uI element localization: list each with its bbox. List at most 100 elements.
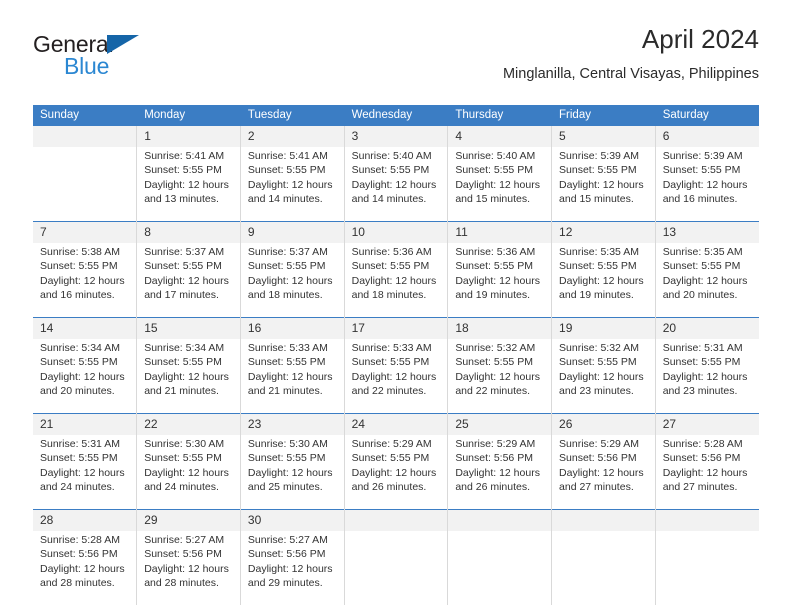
day-info-line: Sunset: 5:56 PM [559, 452, 637, 465]
day-info-line: Daylight: 12 hours [40, 274, 125, 287]
day-cell[interactable]: Sunrise: 5:28 AM Sunset: 5:56 PM Daylight:… [33, 531, 138, 605]
day-number[interactable]: 30 [240, 509, 345, 531]
day-info-line: Daylight: 12 hours [559, 274, 644, 287]
day-info-line: and 18 minutes. [351, 288, 427, 301]
day-cell[interactable]: Sunrise: 5:33 AM Sunset: 5:55 PM Daylight:… [240, 339, 345, 414]
day-number[interactable]: 18 [447, 317, 553, 339]
day-cell[interactable]: Sunrise: 5:34 AM Sunset: 5:55 PM Daylight:… [136, 339, 241, 414]
day-cell[interactable]: Sunrise: 5:36 AM Sunset: 5:55 PM Daylight:… [344, 243, 449, 318]
day-number[interactable]: 2 [240, 126, 345, 147]
sunrise-sunset-calendar: Sunday Monday Tuesday Wednesday Thursday… [33, 105, 759, 605]
day-info-line: Daylight: 12 hours [351, 466, 437, 479]
day-cell[interactable]: Sunrise: 5:35 AM Sunset: 5:55 PM Daylight:… [551, 243, 656, 318]
weekday-header-thursday: Thursday [447, 105, 553, 126]
day-cell[interactable]: Sunrise: 5:30 AM Sunset: 5:55 PM Daylight:… [136, 435, 241, 510]
day-cell[interactable]: Sunrise: 5:36 AM Sunset: 5:55 PM Daylight:… [447, 243, 553, 318]
day-cell[interactable]: Sunrise: 5:29 AM Sunset: 5:55 PM Daylight:… [344, 435, 449, 510]
day-cell[interactable]: Sunrise: 5:29 AM Sunset: 5:56 PM Daylight:… [551, 435, 656, 510]
day-cell[interactable]: Sunrise: 5:39 AM Sunset: 5:55 PM Daylight:… [551, 147, 656, 222]
day-number[interactable]: 23 [240, 413, 345, 435]
day-number[interactable]: 28 [33, 509, 138, 531]
day-number[interactable]: 25 [447, 413, 553, 435]
day-info-line: Daylight: 12 hours [144, 178, 229, 191]
day-number[interactable]: 11 [447, 221, 553, 243]
day-cell[interactable]: Sunrise: 5:38 AM Sunset: 5:55 PM Daylight:… [33, 243, 138, 318]
day-cell[interactable]: Sunrise: 5:31 AM Sunset: 5:55 PM Daylight:… [33, 435, 138, 510]
calendar-header-row: Sunday Monday Tuesday Wednesday Thursday… [33, 105, 759, 126]
week-detail-row: Sunrise: 5:38 AM Sunset: 5:55 PM Daylight:… [33, 243, 759, 318]
day-info-line: Sunrise: 5:30 AM [247, 438, 328, 450]
empty-day-number [447, 509, 553, 531]
day-cell[interactable]: Sunrise: 5:34 AM Sunset: 5:55 PM Daylight:… [33, 339, 138, 414]
day-info-line: Sunrise: 5:31 AM [662, 342, 743, 354]
week-detail-row: Sunrise: 5:28 AM Sunset: 5:56 PM Daylight:… [33, 531, 759, 605]
day-cell[interactable]: Sunrise: 5:32 AM Sunset: 5:55 PM Daylight:… [447, 339, 553, 414]
day-cell[interactable]: Sunrise: 5:35 AM Sunset: 5:55 PM Daylight:… [655, 243, 759, 318]
day-info-line: Daylight: 12 hours [40, 466, 125, 479]
day-cell[interactable]: Sunrise: 5:27 AM Sunset: 5:56 PM Daylight:… [240, 531, 345, 605]
day-number[interactable]: 14 [33, 317, 138, 339]
day-number[interactable]: 22 [136, 413, 241, 435]
day-number[interactable]: 7 [33, 221, 138, 243]
empty-day-number [33, 126, 138, 147]
day-number[interactable]: 20 [655, 317, 759, 339]
day-info-line: Sunset: 5:55 PM [351, 452, 430, 465]
day-cell[interactable]: Sunrise: 5:37 AM Sunset: 5:55 PM Daylight:… [240, 243, 345, 318]
day-number[interactable]: 29 [136, 509, 241, 531]
day-info-line: and 29 minutes. [247, 576, 323, 589]
day-info-line: Sunset: 5:55 PM [662, 260, 741, 273]
day-number[interactable]: 21 [33, 413, 138, 435]
day-info-line: Daylight: 12 hours [559, 370, 644, 383]
day-cell[interactable]: Sunrise: 5:39 AM Sunset: 5:55 PM Daylight:… [655, 147, 759, 222]
day-cell[interactable]: Sunrise: 5:37 AM Sunset: 5:55 PM Daylight:… [136, 243, 241, 318]
day-cell[interactable]: Sunrise: 5:40 AM Sunset: 5:55 PM Daylight:… [447, 147, 553, 222]
day-info-line: Sunrise: 5:40 AM [455, 150, 536, 162]
day-cell[interactable]: Sunrise: 5:40 AM Sunset: 5:55 PM Daylight:… [344, 147, 449, 222]
day-cell[interactable]: Sunrise: 5:30 AM Sunset: 5:55 PM Daylight:… [240, 435, 345, 510]
empty-day-cell [33, 147, 138, 222]
day-cell[interactable]: Sunrise: 5:41 AM Sunset: 5:55 PM Daylight:… [136, 147, 241, 222]
empty-day-cell [447, 531, 553, 605]
day-info-line: and 15 minutes. [455, 192, 531, 205]
day-number[interactable]: 19 [551, 317, 656, 339]
day-cell[interactable]: Sunrise: 5:32 AM Sunset: 5:55 PM Daylight:… [551, 339, 656, 414]
day-number[interactable]: 8 [136, 221, 241, 243]
day-number[interactable]: 3 [344, 126, 449, 147]
day-number[interactable]: 15 [136, 317, 241, 339]
day-number[interactable]: 10 [344, 221, 449, 243]
day-number[interactable]: 12 [551, 221, 656, 243]
week-number-row: 21 22 23 24 25 26 27 [33, 413, 759, 435]
day-info-line: and 28 minutes. [40, 576, 115, 589]
day-cell[interactable]: Sunrise: 5:41 AM Sunset: 5:55 PM Daylight:… [240, 147, 345, 222]
page-header: General Blue April 2024 Minglanilla, Cen… [33, 25, 759, 97]
day-number[interactable]: 1 [136, 126, 241, 147]
day-number[interactable]: 5 [551, 126, 656, 147]
day-info-line: Daylight: 12 hours [662, 370, 748, 383]
day-number[interactable]: 9 [240, 221, 345, 243]
title-block: April 2024 Minglanilla, Central Visayas,… [503, 25, 759, 82]
day-number[interactable]: 4 [447, 126, 553, 147]
day-info-line: and 28 minutes. [144, 576, 219, 589]
day-number[interactable]: 17 [344, 317, 449, 339]
day-info-line: and 23 minutes. [559, 384, 634, 397]
day-number[interactable]: 24 [344, 413, 449, 435]
day-info-line: Sunset: 5:56 PM [662, 452, 741, 465]
day-number[interactable]: 13 [655, 221, 759, 243]
day-info-line: and 20 minutes. [662, 288, 738, 301]
day-cell[interactable]: Sunrise: 5:33 AM Sunset: 5:55 PM Daylight:… [344, 339, 449, 414]
day-cell[interactable]: Sunrise: 5:29 AM Sunset: 5:56 PM Daylight:… [447, 435, 553, 510]
day-number[interactable]: 27 [655, 413, 759, 435]
calendar-body: 1 2 3 4 5 6 Sunrise: 5:41 AM Sunset: 5:55 PM Day… [33, 126, 759, 605]
day-cell[interactable]: Sunrise: 5:31 AM Sunset: 5:55 PM Daylight:… [655, 339, 759, 414]
day-number[interactable]: 26 [551, 413, 656, 435]
day-info-line: Daylight: 12 hours [559, 466, 644, 479]
day-info-line: Sunset: 5:56 PM [144, 548, 222, 561]
day-info-line: Sunset: 5:55 PM [455, 260, 533, 273]
day-cell[interactable]: Sunrise: 5:28 AM Sunset: 5:56 PM Daylight:… [655, 435, 759, 510]
empty-day-cell [344, 531, 449, 605]
day-info-line: Sunset: 5:55 PM [247, 164, 326, 177]
day-cell[interactable]: Sunrise: 5:27 AM Sunset: 5:56 PM Daylight:… [136, 531, 241, 605]
day-number[interactable]: 6 [655, 126, 759, 147]
day-number[interactable]: 16 [240, 317, 345, 339]
empty-day-cell [655, 531, 759, 605]
